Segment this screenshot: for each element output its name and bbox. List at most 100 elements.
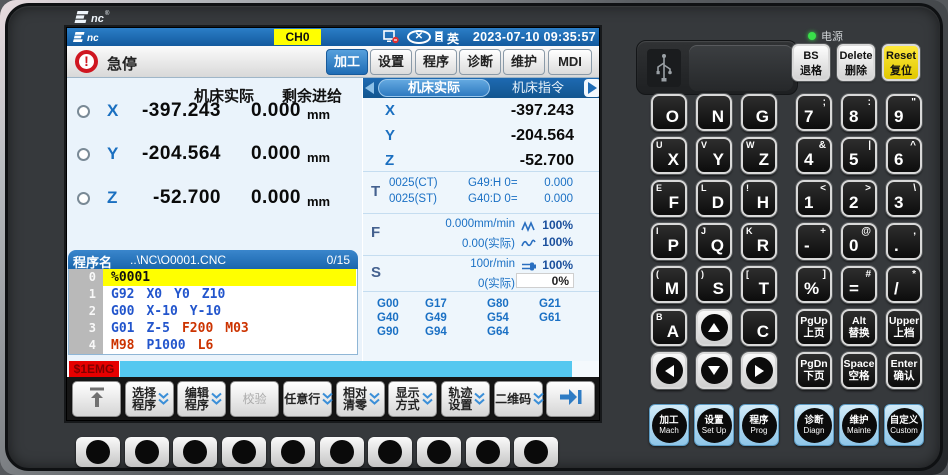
key-X[interactable]: UX: [651, 137, 687, 174]
hard-softkey-button[interactable]: [222, 437, 266, 467]
key-%[interactable]: ]%: [796, 266, 832, 303]
key-shift-label: #: [865, 269, 871, 280]
hard-softkey-button[interactable]: [514, 437, 558, 467]
tab-设置[interactable]: 设置: [370, 49, 412, 75]
tab-MDI[interactable]: MDI: [548, 49, 592, 75]
key-9[interactable]: "9: [886, 94, 922, 131]
key-C[interactable]: C: [741, 309, 777, 346]
softkey-display-mode[interactable]: 显示方式: [388, 381, 437, 417]
key-pgup[interactable]: PgUp上页: [796, 309, 832, 346]
tab-加工[interactable]: 加工: [326, 49, 368, 75]
key-main-label: F: [669, 193, 679, 213]
key-6[interactable]: ^6: [886, 137, 922, 174]
hard-softkey-button[interactable]: [173, 437, 217, 467]
key-bs[interactable]: BS退格: [792, 44, 830, 81]
key-N[interactable]: N: [696, 94, 732, 131]
input-method-icon[interactable]: [435, 31, 443, 42]
axis-select-dot[interactable]: [77, 192, 90, 205]
hard-softkey-button[interactable]: [417, 437, 461, 467]
program-line[interactable]: 0%0001: [69, 269, 357, 286]
language-indicator[interactable]: 英: [447, 30, 459, 47]
key-5[interactable]: |5: [841, 137, 877, 174]
axis-select-dot[interactable]: [77, 105, 90, 118]
key-G[interactable]: G: [741, 94, 777, 131]
softkey-return[interactable]: [72, 381, 121, 417]
key-shift-label: ": [911, 97, 916, 108]
side-tab-right-icon[interactable]: [584, 79, 600, 97]
hard-softkey-button[interactable]: [466, 437, 510, 467]
tab-维护[interactable]: 维护: [503, 49, 545, 75]
softkey-verify[interactable]: 校验: [230, 381, 279, 417]
key-pgdn[interactable]: PgDn下页: [796, 352, 832, 389]
funckey-setup[interactable]: 设置Set Up: [694, 404, 734, 446]
softkey-trace-setting[interactable]: 轨迹设置: [441, 381, 490, 417]
key-8[interactable]: :8: [841, 94, 877, 131]
side-tab-left-icon[interactable]: [365, 82, 374, 94]
key-arrow-left[interactable]: [651, 352, 687, 389]
key--[interactable]: +-: [796, 223, 832, 260]
key-delete[interactable]: Delete删除: [837, 44, 875, 81]
key-alt[interactable]: Alt替换: [841, 309, 877, 346]
funckey-mainte[interactable]: 维护Mainte: [839, 404, 879, 446]
arrow-down-icon: [701, 357, 728, 384]
softkey-any-line[interactable]: 任意行: [283, 381, 332, 417]
key-3[interactable]: \3: [886, 180, 922, 217]
key-F[interactable]: EF: [651, 180, 687, 217]
tab-诊断[interactable]: 诊断: [459, 49, 501, 75]
key-0[interactable]: @0: [841, 223, 877, 260]
key-S[interactable]: )S: [696, 266, 732, 303]
key-M[interactable]: (M: [651, 266, 687, 303]
funckey-face: 程序Prog: [742, 408, 777, 443]
funckey-mach[interactable]: 加工Mach: [649, 404, 689, 446]
softkey-edit-program[interactable]: 编辑程序: [177, 381, 226, 417]
program-line[interactable]: 4M98P1000L6: [69, 337, 357, 354]
key-Q[interactable]: JQ: [696, 223, 732, 260]
close-icon[interactable]: ✕: [407, 30, 431, 44]
key-D[interactable]: LD: [696, 180, 732, 217]
softkey-relative-zero[interactable]: 相对清零: [336, 381, 385, 417]
key-A[interactable]: BA: [651, 309, 687, 346]
key-2[interactable]: >2: [841, 180, 877, 217]
funckey-custom[interactable]: 自定义Custom: [884, 404, 924, 446]
key-=[interactable]: #=: [841, 266, 877, 303]
key-space[interactable]: Space空格: [841, 352, 877, 389]
key-7[interactable]: ;7: [796, 94, 832, 131]
hard-softkey-button[interactable]: [76, 437, 120, 467]
key-arrow-down[interactable]: [696, 352, 732, 389]
key-4[interactable]: &4: [796, 137, 832, 174]
key-reset[interactable]: Reset复位: [882, 44, 920, 81]
tab-程序[interactable]: 程序: [415, 49, 457, 75]
program-line[interactable]: 3G01Z-5F200M03: [69, 320, 357, 337]
axis-select-dot[interactable]: [77, 148, 90, 161]
side-tab-actual[interactable]: 机床实际: [378, 79, 490, 97]
key-H[interactable]: !H: [741, 180, 777, 217]
hard-softkey-button[interactable]: [125, 437, 169, 467]
key-Z[interactable]: WZ: [741, 137, 777, 174]
usb-port[interactable]: [636, 40, 798, 95]
program-line[interactable]: 2G00X-10Y-10: [69, 303, 357, 320]
funckey-prog[interactable]: 程序Prog: [739, 404, 779, 446]
side-tab-command[interactable]: 机床指令: [493, 80, 583, 96]
softkey-qrcode[interactable]: 二维码: [494, 381, 543, 417]
key-upper[interactable]: Upper上档: [886, 309, 922, 346]
key-arrow-up[interactable]: [696, 309, 732, 346]
hard-softkey-button[interactable]: [368, 437, 412, 467]
program-lines[interactable]: 0%00011G92X0Y0Z102G00X-10Y-103G01Z-5F200…: [68, 269, 358, 355]
key-P[interactable]: IP: [651, 223, 687, 260]
key-shift-label: @: [861, 226, 871, 237]
key-.[interactable]: ,.: [886, 223, 922, 260]
hard-softkey-button[interactable]: [320, 437, 364, 467]
funckey-diagn[interactable]: 诊断Diagn: [794, 404, 834, 446]
key-/[interactable]: */: [886, 266, 922, 303]
program-line[interactable]: 1G92X0Y0Z10: [69, 286, 357, 303]
key-Y[interactable]: VY: [696, 137, 732, 174]
key-arrow-right[interactable]: [741, 352, 777, 389]
key-1[interactable]: <1: [796, 180, 832, 217]
key-enter[interactable]: Enter确认: [886, 352, 922, 389]
key-O[interactable]: O: [651, 94, 687, 131]
softkey-select-program[interactable]: 选择程序: [125, 381, 174, 417]
key-T[interactable]: [T: [741, 266, 777, 303]
key-R[interactable]: KR: [741, 223, 777, 260]
softkey-next-page[interactable]: [546, 381, 595, 417]
hard-softkey-button[interactable]: [271, 437, 315, 467]
